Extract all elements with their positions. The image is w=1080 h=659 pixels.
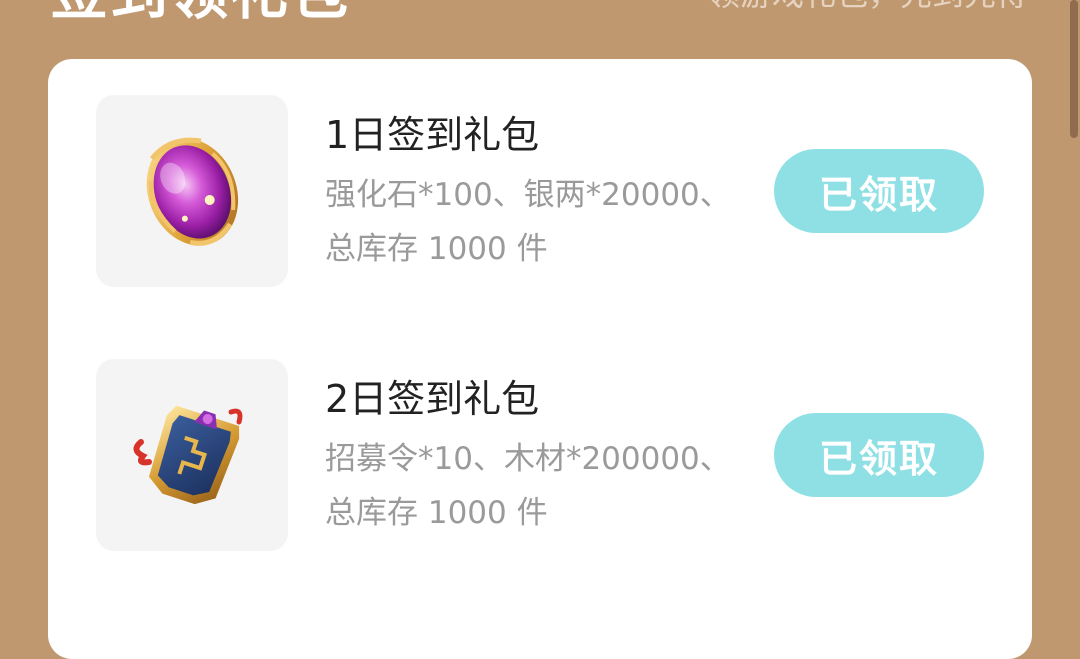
gift-stock: 总库存 1000 件 [325, 495, 548, 531]
gift-thumbnail [96, 359, 288, 551]
claimed-button[interactable]: 已领取 [774, 149, 984, 233]
gift-row-day-1: 1日签到礼包 强化石*100、银两*20000、 总库存 1000 件 已领取 [96, 95, 986, 287]
claimed-button[interactable]: 已领取 [774, 413, 984, 497]
gift-contents: 招募令*10、木材*200000、 [325, 441, 731, 477]
page-title: 签到领礼包 [50, 0, 350, 28]
scrollbar[interactable] [1066, 0, 1080, 606]
gift-stock: 总库存 1000 件 [325, 231, 548, 267]
gift-row-day-2: 2日签到礼包 招募令*10、木材*200000、 总库存 1000 件 已领取 [96, 359, 986, 551]
scrollbar-thumb[interactable] [1070, 0, 1078, 138]
gift-name: 1日签到礼包 [325, 113, 540, 157]
page-subtitle: 领游戏礼包，先到先得 [708, 0, 1028, 14]
gift-list-card: 1日签到礼包 强化石*100、银两*20000、 总库存 1000 件 已领取 [48, 59, 1032, 659]
purple-gem-icon [146, 137, 239, 246]
gift-contents: 强化石*100、银两*20000、 [325, 177, 731, 213]
gift-name: 2日签到礼包 [325, 377, 540, 421]
recruit-token-icon [133, 405, 243, 505]
gift-thumbnail [96, 95, 288, 287]
